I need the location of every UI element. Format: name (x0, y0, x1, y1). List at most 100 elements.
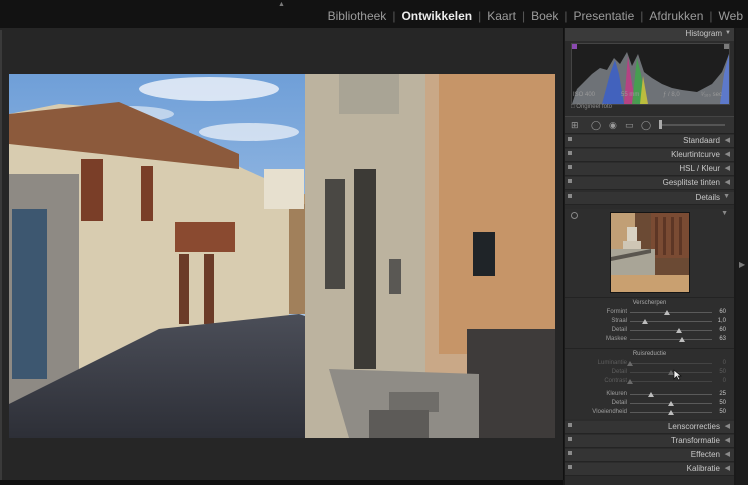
slider-knob[interactable] (627, 379, 633, 384)
right-panel-edge[interactable]: ▶ (736, 28, 748, 485)
slider-row-contrast[interactable]: Contrast 0 (565, 378, 734, 385)
radial-filter-icon[interactable]: ◯ (641, 121, 651, 130)
target-adjust-icon[interactable] (571, 212, 578, 219)
module-ontwikkelen[interactable]: Ontwikkelen (400, 9, 473, 23)
expand-triangle-icon[interactable]: ◀ (725, 422, 730, 430)
slider-knob[interactable] (663, 310, 670, 315)
slider-row-straal[interactable]: Straal 1,0 (565, 318, 734, 325)
slider-value[interactable]: 0 (723, 378, 726, 384)
slider-value[interactable]: 60 (719, 309, 726, 315)
expand-triangle-icon[interactable]: ◀ (725, 150, 730, 158)
slider-knob[interactable] (627, 361, 633, 366)
section-transformatie[interactable]: Transformatie ◀ (565, 435, 734, 448)
module-boek[interactable]: Boek (530, 9, 559, 23)
expand-triangle-icon[interactable]: ◀ (725, 136, 730, 144)
expand-triangle-icon[interactable]: ◀ (725, 436, 730, 444)
module-kaart[interactable]: Kaart (486, 9, 517, 23)
slider-track[interactable] (630, 337, 712, 342)
section-hsl-kleur[interactable]: HSL / Kleur ◀ (565, 163, 734, 176)
develop-right-panel: Histogram ▼ ISO 400 55 mm ƒ / 8,0 ¹⁄₁₆₀ … (565, 28, 734, 485)
slider-value[interactable]: 50 (719, 400, 726, 406)
histogram-header[interactable]: Histogram ▼ (565, 28, 734, 41)
section-standaard[interactable]: Standaard ◀ (565, 135, 734, 148)
slider-knob[interactable] (676, 328, 683, 333)
section-lenscorrecties[interactable]: Lenscorrecties ◀ (565, 421, 734, 434)
slider-value[interactable]: 25 (719, 391, 726, 397)
module-presentatie[interactable]: Presentatie (573, 9, 636, 23)
slider-label: Vloeiendheid (592, 409, 627, 415)
panel-collapse-arrow-icon[interactable]: ▲ (278, 1, 285, 8)
slider-track[interactable] (630, 401, 712, 406)
expand-triangle-icon[interactable]: ◀ (725, 464, 730, 472)
slider-knob[interactable] (641, 319, 648, 324)
slider-track[interactable] (630, 328, 712, 333)
left-panel-edge[interactable] (0, 30, 2, 482)
expand-triangle-icon[interactable]: ◀ (725, 164, 730, 172)
slider-row-formint[interactable]: Formint 60 (565, 309, 734, 316)
module-afdrukken[interactable]: Afdrukken (648, 9, 704, 23)
section-marker-icon (568, 165, 572, 169)
slider-row-kleuren[interactable]: Kleuren 25 (565, 391, 734, 398)
adjustment-brush-slider[interactable] (661, 124, 725, 126)
original-photo-label: Origineel foto (576, 104, 612, 110)
collapse-triangle-icon[interactable]: ▼ (723, 193, 730, 200)
preview-toggle-icon[interactable]: ▼ (721, 210, 728, 217)
slider-value[interactable]: 50 (719, 369, 726, 375)
aperture-value: ƒ / 8,0 (663, 92, 680, 98)
original-photo-checkbox-icon[interactable]: □ (571, 104, 575, 110)
slider-track[interactable] (630, 319, 712, 324)
panel-expand-arrow-icon[interactable]: ▶ (739, 260, 745, 269)
slider-row-luminantie-detail[interactable]: Detail 50 (565, 369, 734, 376)
slider-track[interactable] (627, 379, 712, 384)
slider-knob[interactable] (668, 401, 674, 406)
module-separator: | (709, 9, 713, 23)
expand-triangle-icon[interactable]: ◀ (725, 450, 730, 458)
expand-triangle-icon[interactable]: ◀ (725, 178, 730, 186)
red-eye-icon[interactable]: ◉ (609, 121, 617, 130)
section-label: Gesplitste tinten (662, 178, 720, 187)
slider-knob[interactable] (647, 392, 654, 397)
slider-value[interactable]: 0 (723, 360, 726, 366)
section-marker-icon (568, 423, 572, 427)
slider-track[interactable] (630, 410, 712, 415)
slider-track[interactable] (630, 392, 712, 397)
slider-knob[interactable] (678, 337, 685, 342)
histogram-title: Histogram (685, 29, 722, 38)
spot-removal-icon[interactable]: ◯ (591, 121, 601, 130)
module-web[interactable]: Web (718, 9, 744, 23)
section-kalibratie[interactable]: Kalibratie ◀ (565, 463, 734, 476)
slider-label: Luminantie (597, 360, 627, 366)
slider-row-kleur-detail[interactable]: Detail 50 (565, 400, 734, 407)
detail-zoom-preview[interactable] (610, 212, 690, 293)
crop-icon[interactable]: ⊞ (571, 121, 579, 130)
slider-row-maskee[interactable]: Maskee 63 (565, 336, 734, 343)
slider-knob[interactable] (668, 410, 674, 415)
slider-row-vloeiendheid[interactable]: Vloeiendheid 50 (565, 409, 734, 416)
slider-row-detail[interactable]: Detail 60 (565, 327, 734, 334)
section-gesplitste-tinten[interactable]: Gesplitste tinten ◀ (565, 177, 734, 190)
slider-track[interactable] (630, 310, 712, 315)
slider-value[interactable]: 63 (719, 336, 726, 342)
section-label: Lenscorrecties (667, 422, 720, 431)
filmstrip-edge[interactable] (0, 480, 563, 485)
slider-value[interactable]: 60 (719, 327, 726, 333)
module-bibliotheek[interactable]: Bibliotheek (327, 9, 388, 23)
slider-value[interactable]: 1,0 (718, 318, 726, 324)
original-photo-toggle[interactable]: □ Origineel foto (571, 104, 612, 110)
divider (565, 297, 734, 298)
slider-value[interactable]: 50 (719, 409, 726, 415)
slider-label: Detail (611, 369, 627, 375)
module-separator: | (478, 9, 482, 23)
section-marker-icon (568, 151, 572, 155)
photo-preview[interactable] (9, 74, 555, 438)
slider-track[interactable] (627, 361, 712, 366)
graduated-filter-icon[interactable]: ▭ (625, 121, 634, 130)
slider-track[interactable] (630, 370, 712, 375)
slider-row-luminantie[interactable]: Luminantie 0 (565, 360, 734, 367)
section-kleurtintcurve[interactable]: Kleurtintcurve ◀ (565, 149, 734, 162)
adjustment-brush-icon[interactable] (659, 120, 662, 129)
section-label: Details (695, 193, 720, 202)
section-effecten[interactable]: Effecten ◀ (565, 449, 734, 462)
collapse-triangle-icon[interactable]: ▼ (725, 30, 731, 36)
section-details[interactable]: Details ▼ (565, 192, 734, 205)
